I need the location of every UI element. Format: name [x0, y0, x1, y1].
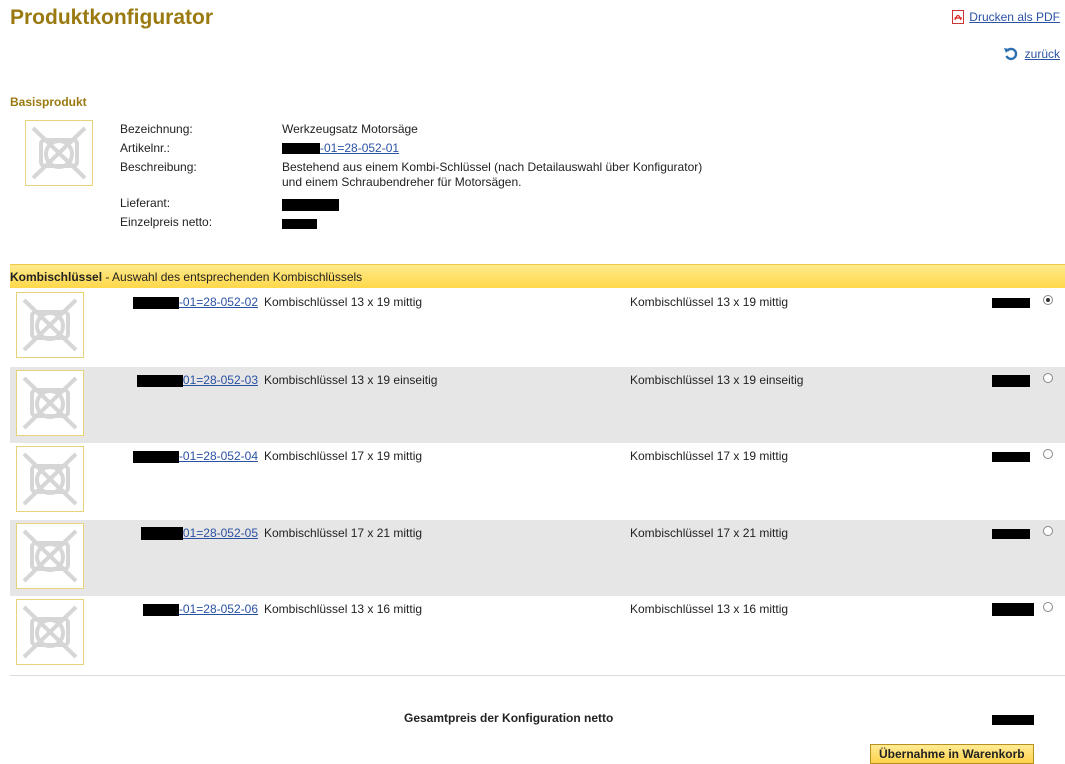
divider [10, 675, 1065, 676]
redacted-block [282, 198, 339, 211]
option-radio[interactable] [1043, 449, 1053, 459]
option-name: Kombischlüssel 17 x 21 mittig [264, 526, 423, 540]
option-code[interactable]: 01=28-052-03 [118, 373, 258, 387]
value-lieferant [282, 197, 339, 211]
label-bezeichnung: Bezeichnung: [120, 122, 193, 136]
option-thumbnail [16, 446, 84, 512]
value-beschreibung-1: Bestehend aus einem Kombi-Schlüssel (nac… [282, 160, 703, 174]
kombischluessel-heading: Kombischlüssel [10, 270, 103, 284]
value-bezeichnung: Werkzeugsatz Motorsäge [282, 122, 418, 136]
total-price-label: Gesamtpreis der Konfiguration netto [404, 711, 614, 725]
option-row[interactable]: -01=28-052-04 Kombischlüssel 17 x 19 mit… [10, 443, 1065, 519]
option-description: Kombischlüssel 13 x 19 mittig [630, 295, 789, 309]
option-code[interactable]: -01=28-052-06 [118, 602, 258, 616]
option-radio[interactable] [1043, 373, 1053, 383]
label-artikelnr: Artikelnr.: [120, 141, 171, 155]
label-einzelpreis: Einzelpreis netto: [120, 215, 213, 229]
print-pdf-label[interactable]: Drucken als PDF [969, 10, 1060, 24]
option-code[interactable]: -01=28-052-04 [118, 449, 258, 463]
redacted-block [282, 143, 320, 155]
placeholder-image-icon [22, 452, 78, 506]
option-description: Kombischlüssel 17 x 21 mittig [630, 526, 789, 540]
option-code[interactable]: -01=28-052-02 [118, 295, 258, 309]
option-description: Kombischlüssel 13 x 19 einseitig [630, 373, 804, 387]
value-einzelpreis [282, 216, 317, 230]
pdf-icon [952, 10, 965, 24]
option-thumbnail [16, 292, 84, 358]
option-thumbnail [16, 599, 84, 665]
placeholder-image-icon [22, 605, 78, 659]
option-description: Kombischlüssel 13 x 16 mittig [630, 602, 789, 616]
option-name: Kombischlüssel 13 x 19 einseitig [264, 373, 438, 387]
total-price-value [992, 712, 1034, 726]
basisprodukt-heading: Basisprodukt [10, 95, 87, 109]
undo-arrow-icon [1003, 46, 1019, 62]
page-title: Produktkonfigurator [10, 6, 213, 29]
option-name: Kombischlüssel 13 x 19 mittig [264, 295, 423, 309]
option-price [992, 449, 1030, 463]
value-artikelnr[interactable]: -01=28-052-01 [282, 141, 399, 155]
option-code[interactable]: 01=28-052-05 [118, 526, 258, 541]
back-link[interactable]: zurück [1003, 46, 1060, 62]
option-price [992, 526, 1030, 540]
option-radio[interactable] [1043, 602, 1053, 612]
kombischluessel-header: Kombischlüssel - Auswahl des entsprechen… [10, 264, 1065, 288]
option-name: Kombischlüssel 17 x 19 mittig [264, 449, 423, 463]
option-price [992, 373, 1030, 387]
option-description: Kombischlüssel 17 x 19 mittig [630, 449, 789, 463]
base-product-thumbnail [25, 120, 93, 186]
redacted-block [282, 218, 317, 229]
artikelnr-link[interactable]: -01=28-052-01 [320, 141, 399, 155]
placeholder-image-icon [31, 126, 87, 180]
print-pdf-link[interactable]: Drucken als PDF [952, 10, 1060, 24]
placeholder-image-icon [22, 298, 78, 352]
option-price [992, 295, 1030, 309]
option-row[interactable]: -01=28-052-06 Kombischlüssel 13 x 16 mit… [10, 596, 1065, 672]
option-price [992, 602, 1034, 617]
placeholder-image-icon [22, 529, 78, 583]
add-to-cart-button[interactable]: Übernahme in Warenkorb [870, 744, 1034, 764]
option-radio[interactable] [1043, 526, 1053, 536]
option-row[interactable]: 01=28-052-03 Kombischlüssel 13 x 19 eins… [10, 367, 1065, 443]
option-thumbnail [16, 370, 84, 436]
kombischluessel-subheading: - Auswahl des entsprechenden Kombischlüs… [102, 270, 363, 284]
placeholder-image-icon [22, 376, 78, 430]
option-row[interactable]: -01=28-052-02 Kombischlüssel 13 x 19 mit… [10, 289, 1065, 365]
back-label[interactable]: zurück [1025, 47, 1060, 61]
option-row[interactable]: 01=28-052-05 Kombischlüssel 17 x 21 mitt… [10, 520, 1065, 596]
label-lieferant: Lieferant: [120, 196, 171, 210]
option-thumbnail [16, 523, 84, 589]
value-beschreibung-2: und einem Schraubendreher für Motorsägen… [282, 175, 522, 189]
option-name: Kombischlüssel 13 x 16 mittig [264, 602, 423, 616]
label-beschreibung: Beschreibung: [120, 160, 197, 174]
option-radio[interactable] [1043, 295, 1053, 305]
